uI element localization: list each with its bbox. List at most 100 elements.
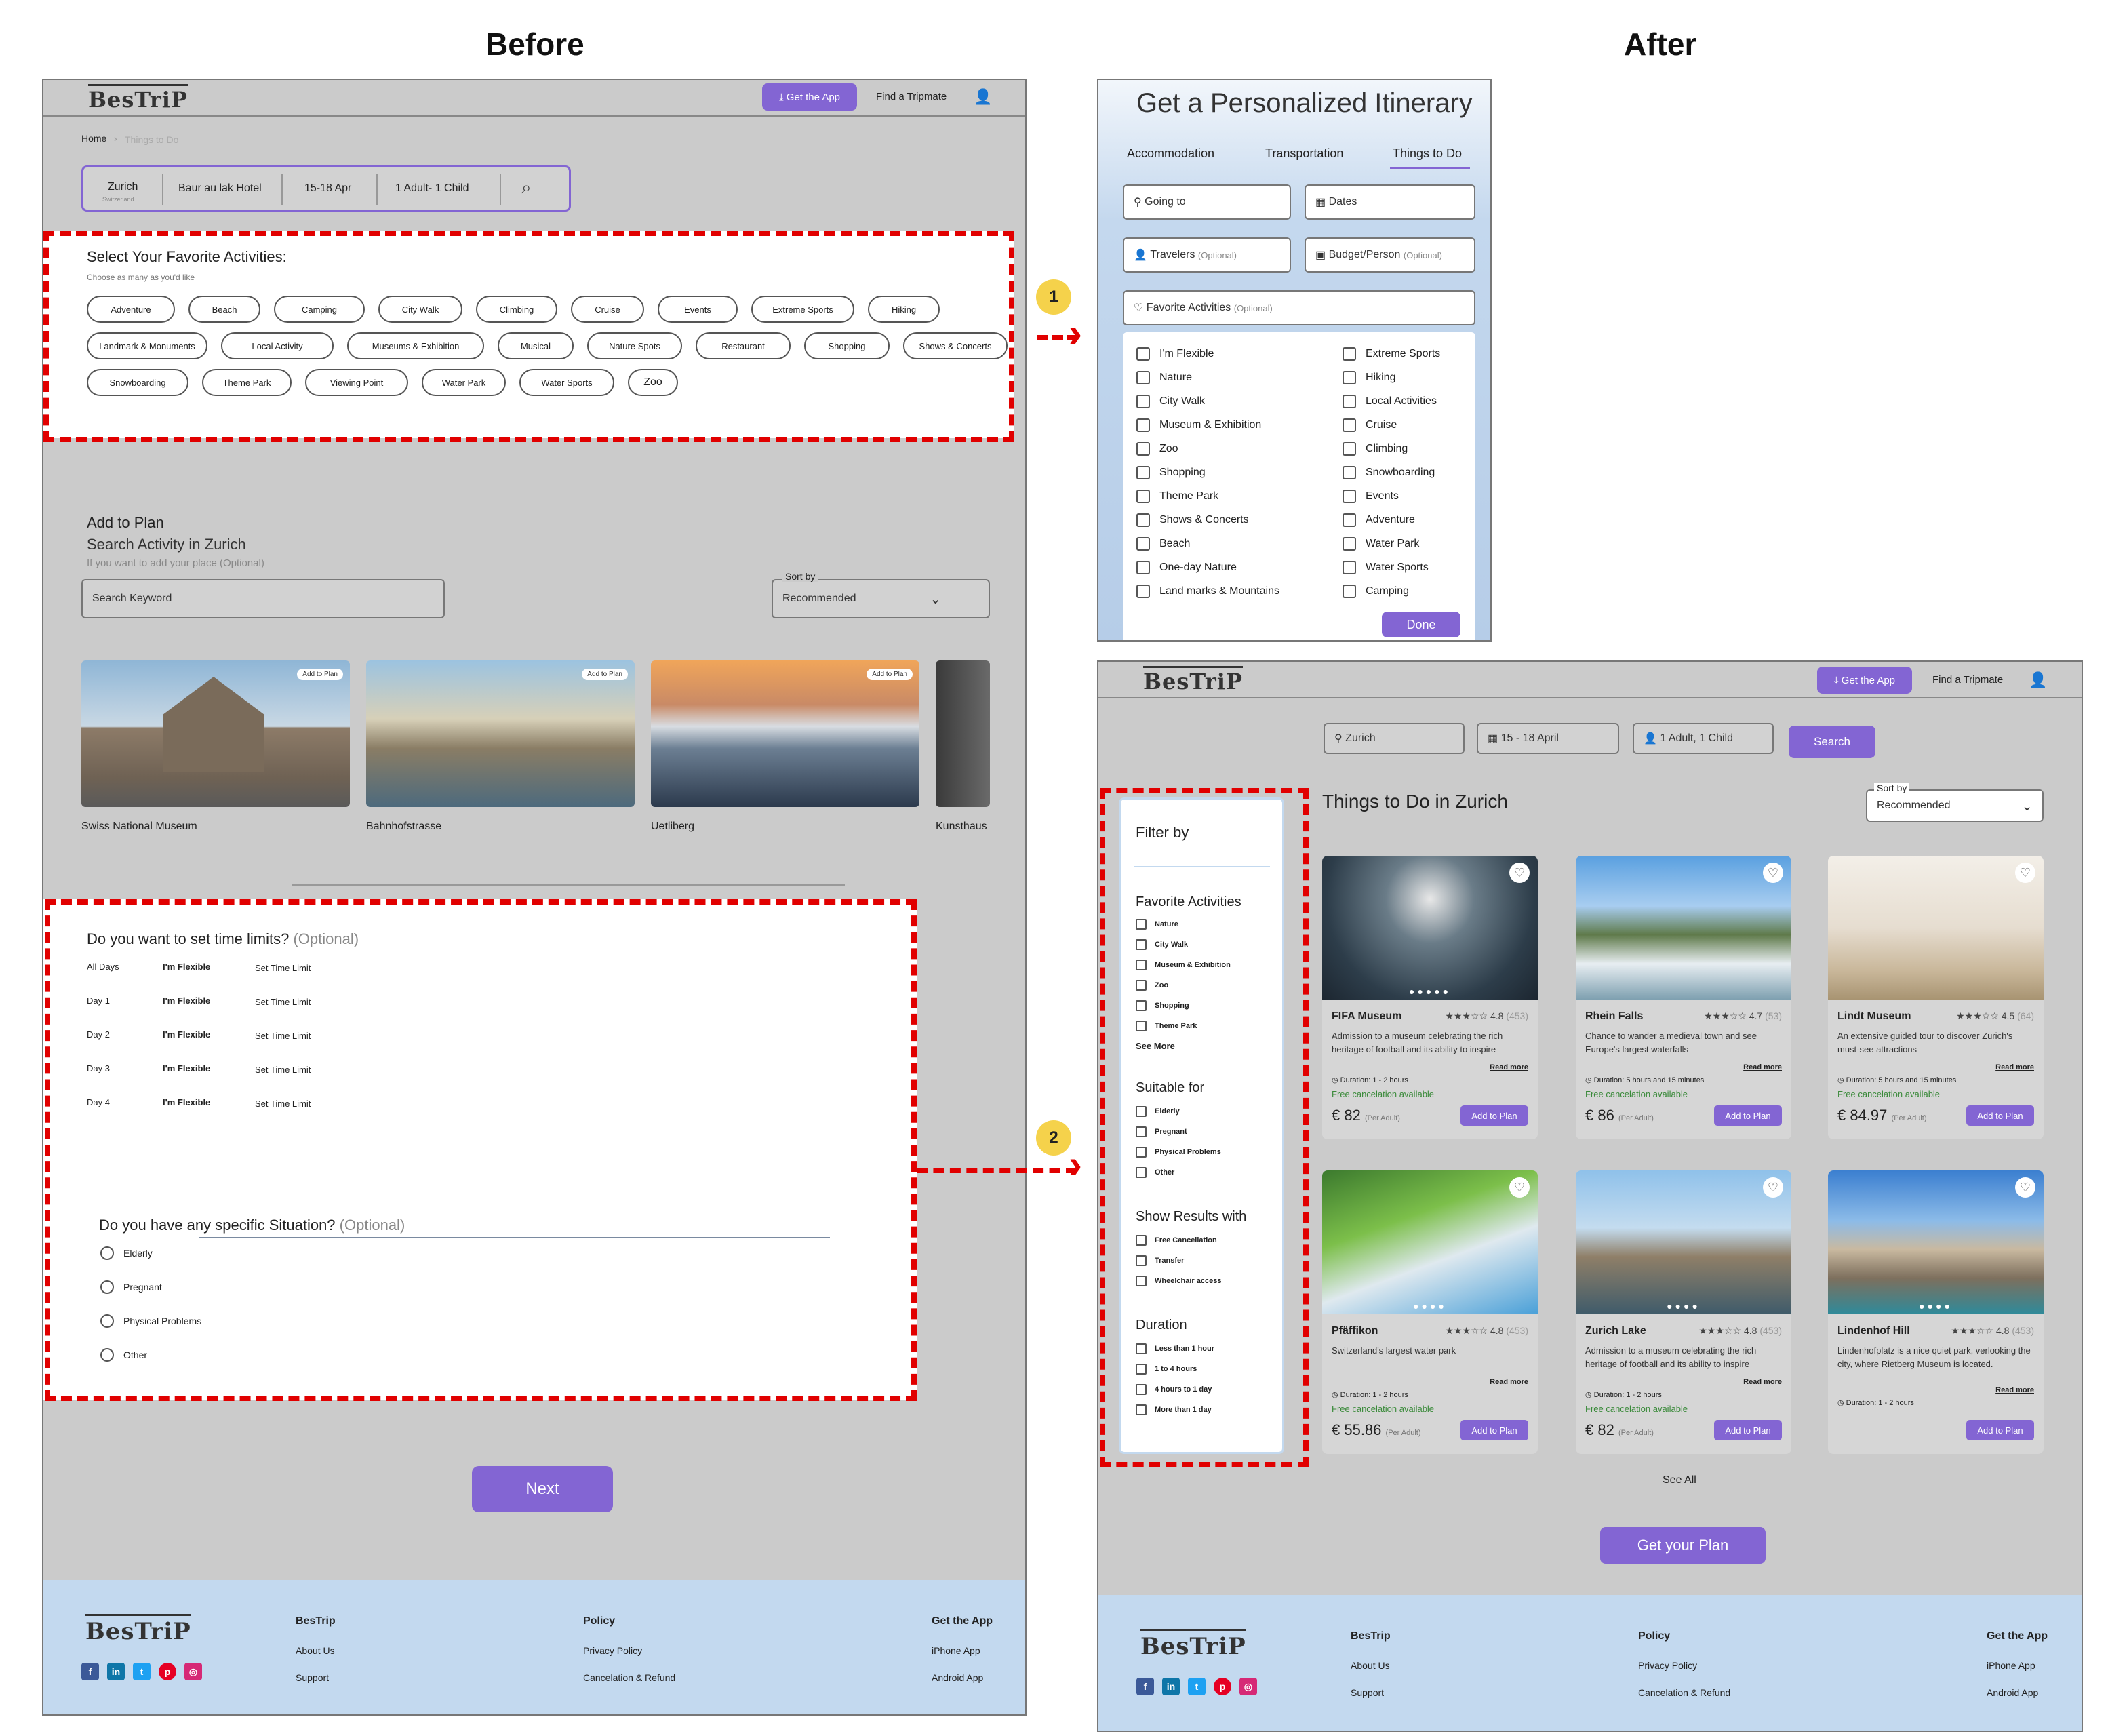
activity-checkbox[interactable]: Climbing xyxy=(1343,442,1408,456)
get-app-button[interactable]: ⤓ Get the App xyxy=(762,83,857,111)
activity-checkbox[interactable]: Extreme Sports xyxy=(1343,347,1440,361)
footer-link[interactable]: About Us xyxy=(296,1645,335,1656)
get-plan-button[interactable]: Get your Plan xyxy=(1600,1527,1766,1564)
footer-link[interactable]: Privacy Policy xyxy=(583,1645,642,1656)
activity-checkbox[interactable]: Camping xyxy=(1343,585,1409,598)
user-icon[interactable]: 👤 xyxy=(2029,671,2047,689)
sort-select[interactable]: Recommended ⌄ xyxy=(772,579,990,618)
footer-link[interactable]: iPhone App xyxy=(1987,1660,2035,1671)
pinterest-icon[interactable]: p xyxy=(1214,1678,1231,1695)
add-to-plan-button[interactable]: Add to Plan xyxy=(1966,1420,2034,1440)
instagram-icon[interactable]: ◎ xyxy=(184,1663,202,1680)
footer-link[interactable]: Cancelation & Refund xyxy=(1638,1687,1730,1698)
activity-checkbox[interactable]: Beach xyxy=(1136,537,1190,551)
linkedin-icon[interactable]: in xyxy=(107,1663,125,1680)
add-to-plan-button[interactable]: Add to Plan xyxy=(1714,1105,1782,1126)
activity-checkbox[interactable]: Land marks & Mountains xyxy=(1136,585,1279,598)
carousel-dots[interactable]: ●●●● xyxy=(1576,1301,1791,1311)
read-more-link[interactable]: Read more xyxy=(1995,1386,2034,1394)
add-to-plan-button[interactable]: Add to Plan xyxy=(1460,1420,1528,1440)
next-button[interactable]: Next xyxy=(472,1466,613,1512)
footer-logo[interactable]: BesTriP xyxy=(85,1614,191,1645)
search-button[interactable]: Search xyxy=(1789,726,1875,758)
linkedin-icon[interactable]: in xyxy=(1162,1678,1180,1695)
footer-link[interactable]: Cancelation & Refund xyxy=(583,1672,675,1683)
search-bar[interactable]: Zurich Switzerland Baur au lak Hotel 15-… xyxy=(81,165,571,212)
city[interactable]: Zurich xyxy=(108,181,138,193)
add-to-plan-button[interactable]: Add to Plan xyxy=(1714,1420,1782,1440)
read-more-link[interactable]: Read more xyxy=(1743,1378,1782,1386)
place-name[interactable]: Swiss National Museum xyxy=(81,821,197,833)
activity-checkbox[interactable]: Hiking xyxy=(1343,371,1395,384)
budget-field[interactable]: ▣ Budget/Person (Optional) xyxy=(1305,237,1475,273)
read-more-link[interactable]: Read more xyxy=(1490,1063,1528,1071)
get-app-button[interactable]: ⤓ Get the App xyxy=(1817,667,1912,694)
dates[interactable]: 15-18 Apr xyxy=(304,182,351,195)
activity-checkbox[interactable]: One-day Nature xyxy=(1136,561,1237,574)
activity-checkbox[interactable]: Shows & Concerts xyxy=(1136,513,1249,527)
going-to-field[interactable]: ⚲ Going to xyxy=(1123,184,1291,220)
facebook-icon[interactable]: f xyxy=(1136,1678,1154,1695)
see-all-link[interactable]: See All xyxy=(1663,1474,1696,1486)
heart-icon[interactable]: ♡ xyxy=(1509,1177,1530,1198)
place-photo[interactable]: Add to Plan xyxy=(81,660,350,807)
activity-checkbox[interactable]: Shopping xyxy=(1136,466,1206,479)
done-button[interactable]: Done xyxy=(1382,612,1460,637)
place-photo[interactable] xyxy=(936,660,990,807)
activity-card[interactable]: ♡ ●●●● Lindenhof Hill ★★★☆☆ 4.8 (453) Li… xyxy=(1828,1170,2044,1454)
footer-link[interactable]: iPhone App xyxy=(932,1645,980,1656)
logo[interactable]: BesTriP xyxy=(88,84,188,113)
travelers-field[interactable]: 👤 Travelers (Optional) xyxy=(1123,237,1291,273)
footer-link[interactable]: Android App xyxy=(932,1672,983,1683)
activity-checkbox[interactable]: Cruise xyxy=(1343,418,1397,432)
footer-link[interactable]: Android App xyxy=(1987,1687,2038,1698)
find-tripmate-link[interactable]: Find a Tripmate xyxy=(876,91,947,102)
activity-checkbox[interactable]: Museum & Exhibition xyxy=(1136,418,1261,432)
activity-checkbox[interactable]: I'm Flexible xyxy=(1136,347,1214,361)
activity-checkbox[interactable]: Events xyxy=(1343,490,1399,503)
activity-checkbox[interactable]: Water Sports xyxy=(1343,561,1429,574)
activity-card[interactable]: ♡ ●●●● Zurich Lake ★★★☆☆ 4.8 (453) Admis… xyxy=(1576,1170,1791,1454)
dates-field[interactable]: ▦ 15 - 18 April xyxy=(1477,723,1619,754)
carousel-dots[interactable]: ●●●● xyxy=(1828,1301,2044,1311)
dates-field[interactable]: ▦ Dates xyxy=(1305,184,1475,220)
read-more-link[interactable]: Read more xyxy=(1995,1063,2034,1071)
guests[interactable]: 1 Adult- 1 Child xyxy=(395,182,469,195)
activity-checkbox[interactable]: Local Activities xyxy=(1343,395,1437,408)
heart-icon[interactable]: ♡ xyxy=(1763,1177,1783,1198)
activity-card[interactable]: ♡ ●●●●● FIFA Museum ★★★☆☆ 4.8 (453) Admi… xyxy=(1322,856,1538,1139)
read-more-link[interactable]: Read more xyxy=(1743,1063,1782,1071)
add-to-plan-badge[interactable]: Add to Plan xyxy=(867,669,913,680)
logo[interactable]: BesTriP xyxy=(1143,666,1243,694)
carousel-dots[interactable]: ●●●●● xyxy=(1322,986,1538,997)
facebook-icon[interactable]: f xyxy=(81,1663,99,1680)
heart-icon[interactable]: ♡ xyxy=(2015,863,2035,883)
heart-icon[interactable]: ♡ xyxy=(2015,1177,2035,1198)
activity-checkbox[interactable]: Zoo xyxy=(1136,442,1178,456)
search-keyword-input[interactable]: Search Keyword xyxy=(81,579,445,618)
heart-icon[interactable]: ♡ xyxy=(1763,863,1783,883)
footer-logo[interactable]: BesTriP xyxy=(1140,1629,1246,1660)
activity-checkbox[interactable]: Nature xyxy=(1136,371,1192,384)
carousel-dots[interactable]: ●●●● xyxy=(1322,1301,1538,1311)
add-to-plan-button[interactable]: Add to Plan xyxy=(1460,1105,1528,1126)
activity-card[interactable]: ♡ ●●●● Pfäffikon ★★★☆☆ 4.8 (453) Switzer… xyxy=(1322,1170,1538,1454)
activity-checkbox[interactable]: Theme Park xyxy=(1136,490,1218,503)
footer-link[interactable]: About Us xyxy=(1351,1660,1390,1671)
sort-select[interactable]: Recommended ⌄ xyxy=(1866,789,2044,822)
search-icon[interactable]: ⌕ xyxy=(521,177,532,199)
tab-things-to-do[interactable]: Things to Do xyxy=(1393,146,1462,161)
add-to-plan-badge[interactable]: Add to Plan xyxy=(582,669,628,680)
tab-transportation[interactable]: Transportation xyxy=(1265,146,1343,161)
instagram-icon[interactable]: ◎ xyxy=(1239,1678,1257,1695)
guests-field[interactable]: 👤 1 Adult, 1 Child xyxy=(1633,723,1774,754)
user-icon[interactable]: 👤 xyxy=(974,88,992,106)
pinterest-icon[interactable]: p xyxy=(159,1663,176,1680)
activity-checkbox[interactable]: City Walk xyxy=(1136,395,1205,408)
activity-checkbox[interactable]: Snowboarding xyxy=(1343,466,1435,479)
place-photo[interactable]: Add to Plan xyxy=(366,660,635,807)
find-tripmate-link[interactable]: Find a Tripmate xyxy=(1932,674,2003,686)
place-photo[interactable]: Add to Plan xyxy=(651,660,919,807)
activity-checkbox[interactable]: Water Park xyxy=(1343,537,1419,551)
place-name[interactable]: Uetliberg xyxy=(651,821,694,833)
